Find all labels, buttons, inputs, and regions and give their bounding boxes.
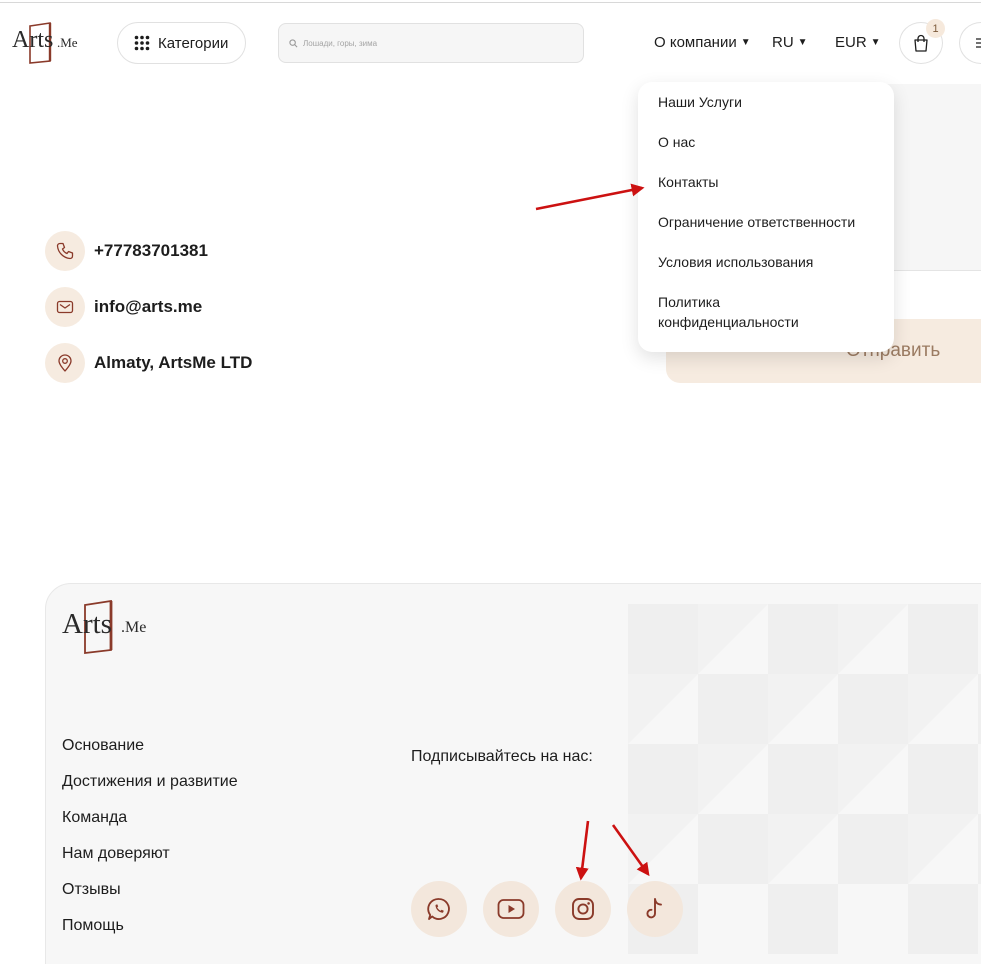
social-tiktok-button[interactable] bbox=[627, 881, 683, 937]
cart-count-badge: 1 bbox=[926, 19, 945, 38]
contact-address-row: Almaty, ArtsMe LTD bbox=[45, 343, 252, 383]
search-icon bbox=[289, 38, 298, 47]
search-input[interactable] bbox=[303, 38, 563, 48]
company-dropdown-menu: Наши Услуги О нас Контакты Ограничение о… bbox=[638, 82, 894, 352]
logo-suffix: .Me bbox=[57, 35, 78, 50]
location-pin-icon bbox=[45, 343, 85, 383]
site-footer: Arts .Me Основание Достижения и развитие… bbox=[45, 583, 981, 964]
contact-phone-row: +77783701381 bbox=[45, 231, 208, 271]
currency-label: EUR bbox=[835, 34, 867, 51]
dropdown-item-terms[interactable]: Условия использования bbox=[658, 252, 888, 272]
footer-link-foundation[interactable]: Основание bbox=[62, 737, 144, 755]
caret-down-icon: ▼ bbox=[740, 37, 751, 48]
header-logo[interactable]: Arts .Me bbox=[12, 22, 82, 64]
dropdown-item-services[interactable]: Наши Услуги bbox=[658, 92, 888, 112]
phone-icon bbox=[45, 231, 85, 271]
site-header: Arts .Me Категории О компании ▼ RU ▼ EUR… bbox=[0, 0, 981, 86]
social-youtube-button[interactable] bbox=[483, 881, 539, 937]
contact-email[interactable]: info@arts.me bbox=[94, 297, 202, 317]
youtube-icon bbox=[497, 899, 525, 919]
logo-word: Arts bbox=[12, 27, 54, 53]
social-whatsapp-button[interactable] bbox=[411, 881, 467, 937]
shopping-bag-icon bbox=[914, 34, 928, 52]
footer-link-team[interactable]: Команда bbox=[62, 809, 127, 827]
instagram-icon bbox=[572, 898, 594, 920]
footer-link-trust[interactable]: Нам доверяют bbox=[62, 845, 170, 863]
dropdown-item-contacts[interactable]: Контакты bbox=[658, 172, 888, 192]
footer-logo[interactable]: Arts .Me bbox=[62, 600, 152, 654]
caret-down-icon: ▼ bbox=[797, 37, 808, 48]
contact-address: Almaty, ArtsMe LTD bbox=[94, 353, 253, 372]
footer-link-reviews[interactable]: Отзывы bbox=[62, 881, 121, 899]
social-instagram-button[interactable] bbox=[555, 881, 611, 937]
menu-button[interactable] bbox=[959, 22, 981, 64]
whatsapp-icon bbox=[427, 898, 450, 920]
logo-suffix: .Me bbox=[121, 619, 147, 636]
footer-link-help[interactable]: Помощь bbox=[62, 917, 124, 935]
categories-label: Категории bbox=[158, 34, 229, 52]
subscribe-label: Подписывайтесь на нас: bbox=[411, 748, 593, 765]
caret-down-icon: ▼ bbox=[870, 37, 881, 48]
form-textarea[interactable] bbox=[880, 84, 981, 271]
currency-selector[interactable]: EUR ▼ bbox=[835, 34, 881, 51]
tiktok-icon bbox=[646, 898, 662, 919]
nav-company-dropdown[interactable]: О компании ▼ bbox=[654, 34, 751, 51]
logo-word: Arts bbox=[62, 608, 112, 640]
language-label: RU bbox=[772, 34, 794, 51]
language-selector[interactable]: RU ▼ bbox=[772, 34, 808, 51]
contact-phone[interactable]: +77783701381 bbox=[94, 241, 208, 261]
search-bar[interactable] bbox=[278, 23, 584, 63]
footer-link-achievements[interactable]: Достижения и развитие bbox=[62, 773, 238, 791]
dropdown-item-about[interactable]: О нас bbox=[658, 132, 888, 152]
dropdown-item-privacy[interactable]: Политика конфиденциальности bbox=[658, 292, 838, 332]
grid-icon bbox=[134, 35, 150, 51]
categories-button[interactable]: Категории bbox=[117, 22, 246, 64]
hamburger-icon bbox=[976, 38, 981, 48]
dropdown-item-disclaimer[interactable]: Ограничение ответственности bbox=[658, 212, 888, 232]
mail-icon bbox=[45, 287, 85, 327]
contact-email-row: info@arts.me bbox=[45, 287, 202, 327]
nav-company-label: О компании bbox=[654, 34, 737, 51]
